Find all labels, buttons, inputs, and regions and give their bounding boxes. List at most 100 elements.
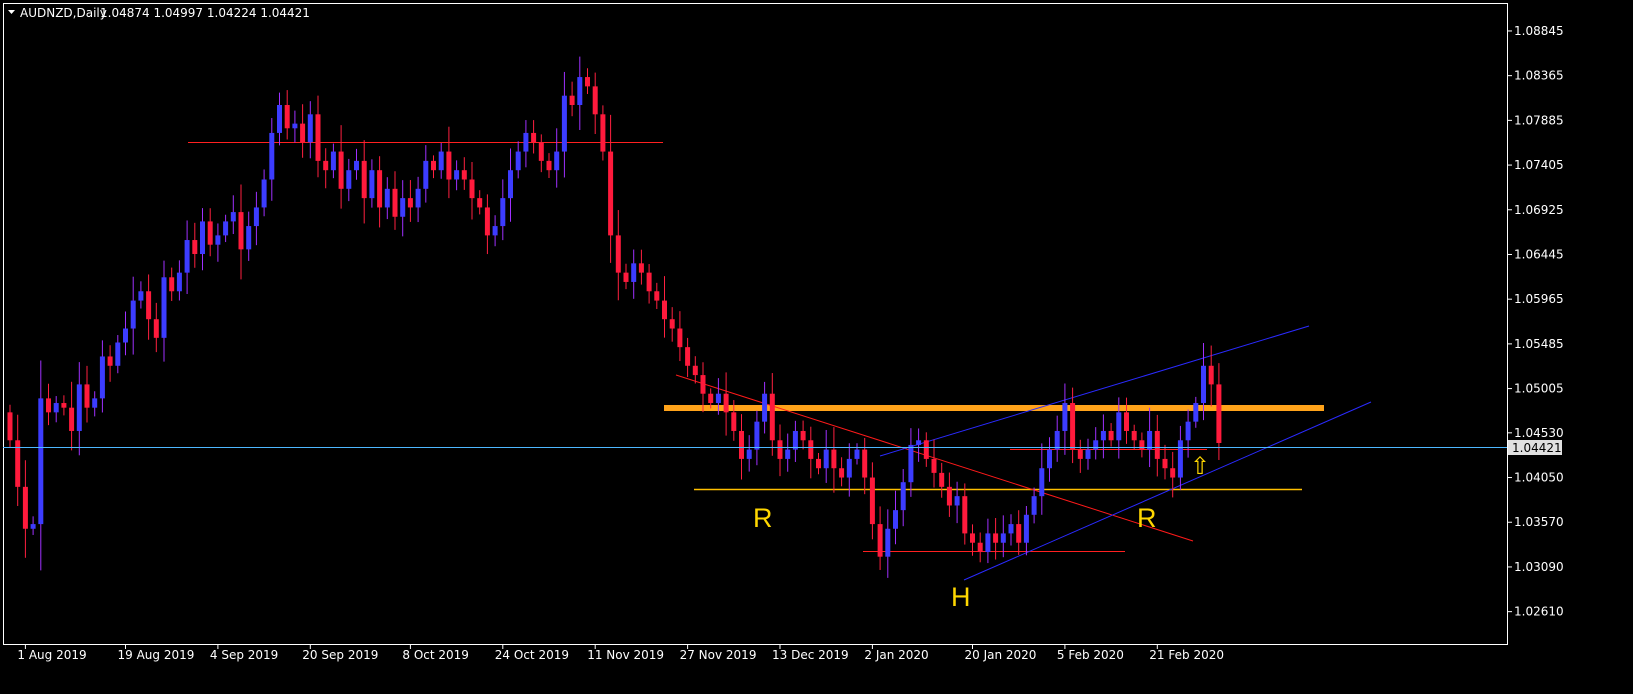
candle-body-bear — [238, 212, 244, 250]
current-price-tag: 1.04421 — [1508, 440, 1562, 455]
candle-body-bear — [207, 221, 213, 245]
candle-body-bear — [700, 375, 706, 394]
candle-body-bull — [215, 235, 221, 245]
candle-body-bull — [38, 398, 44, 525]
candle-body-bull — [846, 458, 852, 478]
candle-body-bull — [885, 528, 891, 557]
candle-body-bull — [746, 449, 752, 459]
price-tick-label: 1.02610 — [1514, 605, 1564, 619]
candle-body-bear — [1139, 440, 1145, 450]
current-price-tag-text: 1.04421 — [1512, 441, 1562, 455]
candle-body-bull — [523, 132, 529, 152]
candle-body-bull — [138, 291, 144, 301]
candle-body-bull — [1177, 440, 1183, 478]
price-tick-label: 1.03570 — [1514, 515, 1564, 529]
candle-body-bull — [916, 440, 922, 445]
candle-body-bull — [508, 170, 513, 199]
candle-body-bear — [431, 160, 436, 171]
candle-body-bull — [76, 384, 82, 431]
candle-body-bear — [685, 347, 691, 366]
candle-body-bear — [531, 132, 537, 143]
candle-body-bull — [1093, 440, 1099, 450]
candle-body-bull — [1085, 449, 1091, 459]
candle-body-bear — [931, 458, 937, 473]
candle-body-bear — [484, 207, 490, 236]
candle-body-bear — [107, 356, 113, 366]
candle-body-bull — [1147, 430, 1153, 450]
time-tick-label: 27 Nov 2019 — [680, 648, 757, 662]
candle-body-bull — [1023, 514, 1029, 543]
candle-body-bull — [554, 151, 560, 171]
candle-body-bear — [585, 77, 590, 87]
price-tick-label: 1.07885 — [1514, 113, 1564, 127]
candle-body-bull — [854, 449, 860, 459]
candle-body-bear — [800, 430, 806, 441]
candle-body-bull — [1000, 533, 1006, 543]
candle-body-bear — [477, 198, 483, 208]
candle-body-bear — [869, 477, 875, 525]
candle-body-bull — [577, 77, 583, 105]
candle-body-bear — [1077, 449, 1083, 459]
time-tick-label: 13 Dec 2019 — [772, 648, 849, 662]
candle-body-bull — [92, 398, 98, 408]
candle-body-bear — [739, 430, 744, 459]
candle-body-bear — [1170, 468, 1176, 478]
candle-body-bear — [1124, 412, 1129, 431]
candle-body-bull — [176, 272, 182, 292]
candle-body-bear — [962, 496, 968, 534]
candle-body-bull — [369, 170, 375, 199]
candle-body-bear — [7, 412, 13, 441]
candle-body-bull — [454, 170, 460, 180]
candle-body-bull — [1185, 421, 1191, 441]
candle-body-bull — [346, 170, 352, 189]
price-tick-label: 1.05005 — [1514, 382, 1564, 396]
candle-body-bear — [808, 440, 814, 459]
candle-body-bear — [546, 160, 552, 171]
candle-body-bear — [1154, 430, 1160, 459]
candle-body-bull — [1039, 468, 1045, 497]
candle-body-bear — [977, 542, 983, 553]
candle-body-bear — [1016, 524, 1022, 543]
candle-body-bear — [69, 407, 75, 431]
candle-body-bear — [592, 86, 598, 115]
time-tick-label: 8 Oct 2019 — [402, 648, 469, 662]
candle-body-bear — [300, 123, 306, 143]
candle-body-bull — [492, 226, 498, 236]
candle-body-bull — [130, 300, 136, 329]
candle-body-bear — [723, 393, 729, 413]
price-tick-label: 1.05965 — [1514, 292, 1564, 306]
time-tick-label: 5 Feb 2020 — [1057, 648, 1124, 662]
candle-body-bear — [939, 472, 945, 487]
candle-body-bull — [307, 114, 313, 143]
candle-body-bear — [1131, 430, 1137, 441]
candle-body-bear — [61, 403, 67, 408]
candle-body-bull — [400, 198, 406, 217]
candle-body-bear — [469, 179, 475, 199]
right-shoulder-label: R — [1137, 503, 1157, 533]
candle-body-bull — [330, 151, 336, 171]
candle-body-bull — [823, 449, 829, 469]
candle-body-bear — [662, 300, 667, 320]
time-tick-label: 19 Aug 2019 — [118, 648, 195, 662]
candle-body-bull — [246, 226, 252, 250]
candle-body-bull — [1047, 449, 1052, 469]
ohlc-label: 1.04874 1.04997 1.04224 1.04421 — [100, 6, 310, 20]
candle-body-bull — [438, 151, 444, 171]
candle-body-bull — [223, 221, 229, 236]
candle-body-bear — [84, 384, 90, 408]
time-tick-label: 4 Sep 2019 — [210, 648, 278, 662]
price-chart[interactable]: AUDNZD,Daily 1.04874 1.04997 1.04224 1.0… — [0, 0, 1633, 694]
candle-body-bull — [893, 510, 898, 529]
chart-header: AUDNZD,Daily 1.04874 1.04997 1.04224 1.0… — [8, 6, 310, 20]
candle-body-bull — [161, 277, 167, 338]
candle-body-bear — [731, 412, 737, 431]
left-shoulder-label: R — [753, 503, 773, 533]
candle-body-bull — [292, 123, 298, 129]
candle-body-bear — [623, 272, 629, 282]
candle-body-bull — [500, 198, 506, 227]
candle-body-bear — [831, 449, 837, 469]
time-tick-label: 1 Aug 2019 — [17, 648, 86, 662]
candle-body-bull — [99, 356, 105, 399]
candle-body-bear — [1162, 458, 1168, 469]
candle-body-bull — [200, 221, 205, 255]
